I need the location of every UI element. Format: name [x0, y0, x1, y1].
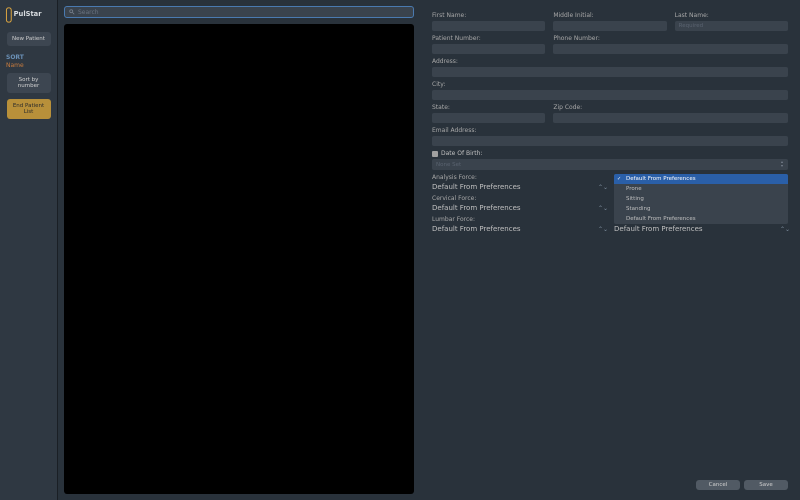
- secondary-select[interactable]: Default From Preferences ⌃⌄: [614, 225, 788, 233]
- position-option[interactable]: Default From Preferences: [614, 174, 788, 184]
- sort-heading: SORT: [6, 54, 51, 61]
- analysis-force-field: Analysis Force: Default From Preferences…: [432, 174, 606, 191]
- middle-initial-field: Middle Initial:: [553, 12, 666, 31]
- search-input[interactable]: [64, 6, 414, 18]
- first-name-input[interactable]: [432, 21, 545, 31]
- patient-number-label: Patient Number:: [432, 35, 545, 42]
- zip-code-field: Zip Code:: [553, 104, 788, 123]
- middle-initial-label: Middle Initial:: [553, 12, 666, 19]
- state-label: State:: [432, 104, 545, 111]
- sort-by-number-button[interactable]: Sort by number: [7, 73, 51, 93]
- position-dropdown[interactable]: Default From Preferences Prone Sitting S…: [614, 174, 788, 224]
- address-input[interactable]: [432, 67, 788, 77]
- email-label: Email Address:: [432, 127, 788, 134]
- state-input[interactable]: [432, 113, 545, 123]
- patient-list-area: [64, 24, 414, 494]
- analysis-force-select[interactable]: Default From Preferences ⌃⌄: [432, 183, 606, 191]
- first-name-label: First Name:: [432, 12, 545, 19]
- phone-number-input[interactable]: [553, 44, 788, 54]
- calendar-icon: [432, 151, 438, 157]
- patient-number-field: Patient Number:: [432, 35, 545, 54]
- last-name-field: Last Name:: [675, 12, 788, 31]
- last-name-label: Last Name:: [675, 12, 788, 19]
- zip-code-input[interactable]: [553, 113, 788, 123]
- dob-field: Date Of Birth: None Set ▴ ▾: [432, 150, 788, 170]
- dob-label: Date Of Birth:: [441, 150, 482, 157]
- lumbar-force-label: Lumbar Force:: [432, 216, 606, 223]
- chevron-updown-icon: ⌃⌄: [598, 226, 606, 233]
- dob-stepper[interactable]: ▴ ▾: [778, 160, 786, 169]
- patient-number-input[interactable]: [432, 44, 545, 54]
- brand-logo: PulStar: [5, 6, 53, 24]
- phone-number-label: Phone Number:: [553, 35, 788, 42]
- phone-number-field: Phone Number:: [553, 35, 788, 54]
- chevron-down-icon[interactable]: ▾: [778, 164, 786, 168]
- position-option[interactable]: Prone: [614, 184, 788, 194]
- cervical-force-select[interactable]: Default From Preferences ⌃⌄: [432, 204, 606, 212]
- cervical-force-field: Cervical Force: Default From Preferences…: [432, 195, 606, 212]
- position-field: Position: Default From Preferences Prone…: [614, 174, 788, 191]
- sidebar: PulStar New Patient SORT Name Sort by nu…: [0, 0, 58, 500]
- address-label: Address:: [432, 58, 788, 65]
- position-option[interactable]: Sitting: [614, 194, 788, 204]
- save-button[interactable]: Save: [744, 480, 788, 490]
- dob-input[interactable]: None Set ▴ ▾: [432, 159, 788, 170]
- new-patient-button[interactable]: New Patient: [7, 32, 51, 46]
- first-name-field: First Name:: [432, 12, 545, 31]
- chevron-updown-icon: ⌃⌄: [598, 184, 606, 191]
- lumbar-force-field: Lumbar Force: Default From Preferences ⌃…: [432, 216, 606, 233]
- state-field: State:: [432, 104, 545, 123]
- svg-text:PulStar: PulStar: [13, 10, 42, 18]
- city-input[interactable]: [432, 90, 788, 100]
- city-label: City:: [432, 81, 788, 88]
- patient-list-panel: [58, 0, 416, 500]
- email-field: Email Address:: [432, 127, 788, 146]
- lumbar-force-select[interactable]: Default From Preferences ⌃⌄: [432, 225, 606, 233]
- sort-current[interactable]: Name: [6, 62, 51, 69]
- email-input[interactable]: [432, 136, 788, 146]
- position-option[interactable]: Standing: [614, 204, 788, 214]
- chevron-updown-icon: ⌃⌄: [780, 226, 788, 233]
- form-actions: Cancel Save: [696, 480, 788, 490]
- end-patient-list-button[interactable]: End Patient List: [7, 99, 51, 119]
- last-name-input[interactable]: [675, 21, 788, 31]
- city-field: City:: [432, 81, 788, 100]
- address-field: Address:: [432, 58, 788, 77]
- analysis-force-label: Analysis Force:: [432, 174, 606, 181]
- patient-form: First Name: Middle Initial: Last Name: P…: [416, 0, 800, 500]
- position-option[interactable]: Default From Preferences: [614, 214, 788, 224]
- zip-code-label: Zip Code:: [553, 104, 788, 111]
- chevron-updown-icon: ⌃⌄: [598, 205, 606, 212]
- cancel-button[interactable]: Cancel: [696, 480, 740, 490]
- middle-initial-input[interactable]: [553, 21, 666, 31]
- search-icon: [69, 9, 75, 15]
- cervical-force-label: Cervical Force:: [432, 195, 606, 202]
